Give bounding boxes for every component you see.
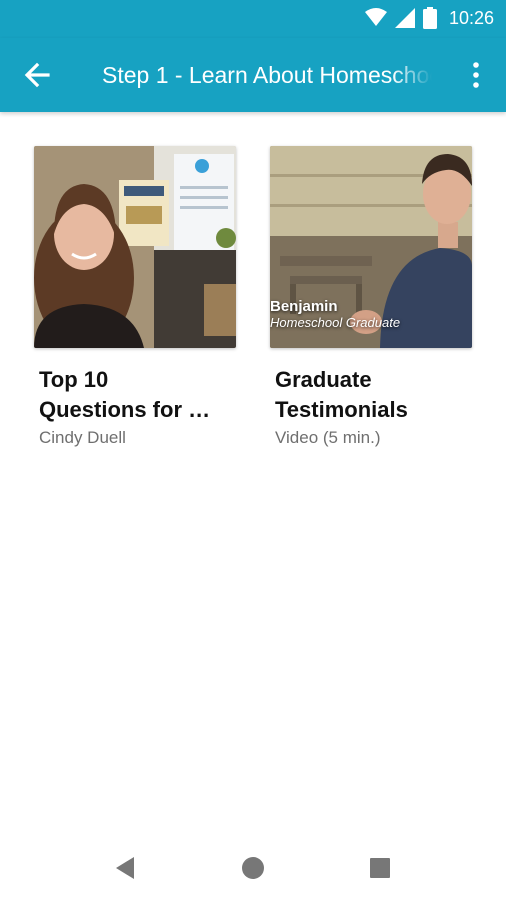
caption-role: Homeschool Graduate — [270, 315, 401, 330]
thumbnail-image — [34, 146, 236, 348]
signal-icon — [394, 8, 415, 28]
card-title-line-1: Graduate — [275, 367, 372, 392]
card-subtitle: Cindy Duell — [39, 428, 126, 447]
card-title-line-1: Top 10 — [39, 367, 109, 392]
page-title: Step 1 - Learn About Homeschooling — [102, 62, 432, 88]
card-title: Graduate Testimonials — [275, 365, 471, 425]
status-time: 10:26 — [448, 7, 494, 28]
video-thumbnail-cindy-duell[interactable] — [34, 146, 236, 348]
back-button[interactable] — [20, 57, 60, 93]
nav-recents-button[interactable] — [364, 852, 396, 884]
wifi-icon — [364, 8, 387, 26]
arrow-back-icon — [24, 62, 50, 88]
battery-icon — [422, 7, 437, 29]
video-caption: Benjamin Homeschool Graduate — [270, 298, 400, 330]
recents-square-icon — [370, 858, 390, 878]
status-icons: 10:26 — [364, 7, 494, 29]
nav-back-button[interactable] — [110, 852, 142, 884]
card-title-line-2: Questions for … — [39, 397, 211, 422]
more-vert-icon — [473, 62, 479, 88]
system-navigation-bar — [0, 836, 506, 900]
caption-name: Benjamin — [270, 298, 338, 315]
video-thumbnail-benjamin[interactable]: Benjamin Homeschool Graduate — [270, 146, 472, 348]
card-title: Top 10 Questions for … — [39, 365, 235, 425]
card-title-line-2: Testimonials — [275, 397, 408, 422]
status-bar: 10:26 — [0, 0, 506, 38]
app-bar: Step 1 - Learn About Homeschooling — [0, 38, 506, 112]
home-circle-icon — [242, 857, 264, 879]
video-card-top-10-questions[interactable]: Top 10 Questions for … Cindy Duell — [34, 146, 238, 448]
nav-home-button[interactable] — [237, 852, 269, 884]
video-card-graduate-testimonials[interactable]: Benjamin Homeschool Graduate Graduate Te… — [270, 146, 474, 448]
back-triangle-icon — [116, 857, 134, 879]
title-container: Step 1 - Learn About Homeschooling — [102, 38, 432, 112]
overflow-menu-button[interactable] — [464, 60, 488, 90]
card-subtitle: Video (5 min.) — [275, 428, 381, 447]
